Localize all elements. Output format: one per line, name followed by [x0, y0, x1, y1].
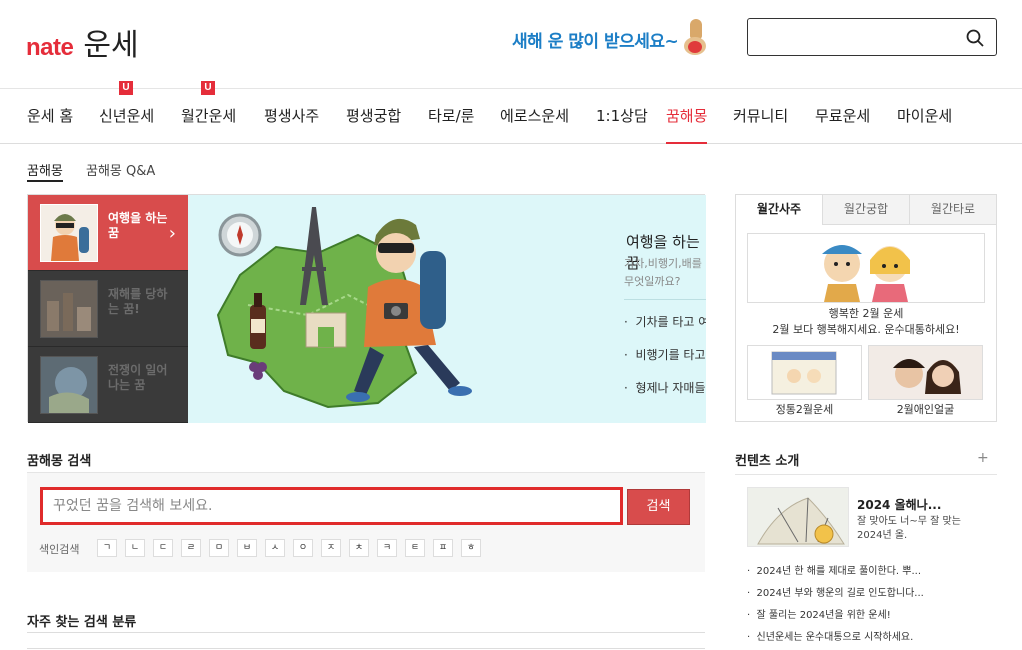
index-button[interactable]: ㄷ: [153, 539, 173, 557]
couple-banner[interactable]: [747, 233, 985, 303]
monthly-fortune-box: 월간사주 월간궁합 월간타로 행복한 2월 운세 2월 보다 행복해지세요. 운…: [735, 194, 997, 422]
divider: [27, 632, 705, 633]
feature-illustration[interactable]: 여행을 하는 꿈 기차,비행기,배를 타고 여행하는 꿈의 의미는 무엇일까요?…: [188, 195, 706, 423]
gnb-item-new-year[interactable]: 신년운세 U: [99, 81, 154, 144]
dream-feature: 여행을 하는 꿈 › 재해를 당하는 꿈! 전쟁이 일어나는 꿈 여행을 하는 …: [27, 194, 706, 423]
index-button[interactable]: ㅋ: [377, 539, 397, 557]
intro-card-title[interactable]: 2024 올해나...: [857, 496, 941, 513]
intro-link[interactable]: · 2024년 한 해를 제대로 풀이한다. 뿌...: [747, 562, 921, 577]
content-intro-title: 컨텐츠 소개: [735, 454, 800, 469]
gnb-item-community[interactable]: 커뮤니티: [733, 89, 788, 144]
feature-description: 기차,비행기,배를 타고 여행하는 꿈의 의미는 무엇일까요?: [624, 257, 706, 288]
header: nate 운세 새해 운 많이 받으세요~: [0, 0, 1022, 88]
update-badge: U: [119, 81, 133, 95]
gnb-item-tarot[interactable]: 타로/룬: [428, 89, 474, 144]
dream-search-input[interactable]: 꾸었던 꿈을 검색해 보세요.: [40, 487, 623, 525]
intro-thumbnail[interactable]: [747, 487, 849, 547]
disaster-thumbnail: [40, 280, 98, 338]
banner-text[interactable]: 새해 운 많이 받으세요~: [512, 27, 679, 52]
index-button[interactable]: ㅂ: [237, 539, 257, 557]
index-button[interactable]: ㄹ: [181, 539, 201, 557]
thumb-item-travel[interactable]: 여행을 하는 꿈 ›: [28, 195, 188, 271]
gnb-item-home[interactable]: 운세 홈: [27, 89, 73, 144]
plus-icon[interactable]: +: [977, 450, 989, 466]
intro-link[interactable]: · 2024년 부와 행운의 길로 인도합니다...: [747, 584, 924, 599]
feature-link[interactable]: · 기차를 타고 여행하는 ...: [624, 313, 706, 330]
gnb-item-eros[interactable]: 에로스운세: [500, 89, 569, 144]
divider: [735, 474, 997, 475]
logo-brand[interactable]: nate: [26, 34, 74, 62]
stamp-icon: [682, 19, 708, 59]
index-button[interactable]: ㅇ: [293, 539, 313, 557]
hero-subcaption[interactable]: 2월 보다 행복해지세요. 운수대통하세요!: [736, 321, 996, 337]
index-button[interactable]: ㅁ: [209, 539, 229, 557]
intro-card-desc: 잘 맞아도 너~무 잘 맞는 2024년 올.: [857, 516, 961, 541]
divider: [27, 648, 705, 649]
index-button[interactable]: ㅎ: [461, 539, 481, 557]
index-button[interactable]: ㄴ: [125, 539, 145, 557]
index-button[interactable]: ㅍ: [433, 539, 453, 557]
intro-link[interactable]: · 잘 풀리는 2024년을 위한 운세!: [747, 606, 891, 621]
tab-monthly-saju[interactable]: 월간사주: [736, 195, 822, 225]
war-thumbnail: [40, 356, 98, 414]
traveler-thumbnail: [40, 204, 98, 262]
calendar-thumbnail[interactable]: [747, 345, 862, 400]
gnb-item-my[interactable]: 마이운세: [897, 89, 952, 144]
divider: [624, 299, 706, 300]
logo-title[interactable]: 운세: [83, 20, 138, 64]
dream-search-panel: 꾸었던 꿈을 검색해 보세요. 검색 색인검색 ㄱ ㄴ ㄷ ㄹ ㅁ ㅂ ㅅ ㅇ …: [27, 472, 705, 572]
gnb-item-free[interactable]: 무료운세: [815, 89, 870, 144]
thumb-label: 여행을 하는 꿈: [108, 211, 168, 240]
lover-face-thumbnail[interactable]: [868, 345, 983, 400]
index-button[interactable]: ㅌ: [405, 539, 425, 557]
thumb-item-disaster[interactable]: 재해를 당하는 꿈!: [28, 271, 188, 347]
hero-caption[interactable]: 행복한 2월 운세: [736, 305, 996, 321]
dream-search-button[interactable]: 검색: [627, 489, 690, 525]
side-tabs: 월간사주 월간궁합 월간타로: [736, 195, 996, 225]
tab-monthly-match[interactable]: 월간궁합: [822, 195, 909, 225]
intro-link[interactable]: · 신년운세는 운수대통으로 시작하세요.: [747, 628, 913, 643]
gnb-item-monthly[interactable]: 월간운세 U: [181, 81, 236, 144]
subtab-dream-qa[interactable]: 꿈해몽 Q&A: [86, 160, 155, 182]
lover-face-caption[interactable]: 2월애인얼굴: [868, 401, 983, 417]
index-button[interactable]: ㅅ: [265, 539, 285, 557]
search-input[interactable]: [747, 18, 997, 56]
calendar-caption[interactable]: 정통2월운세: [747, 401, 862, 417]
thumb-label: 전쟁이 일어나는 꿈: [108, 363, 168, 392]
chevron-right-icon: ›: [168, 223, 176, 244]
thumb-list: 여행을 하는 꿈 › 재해를 당하는 꿈! 전쟁이 일어나는 꿈: [28, 195, 188, 423]
couple-illustration: [822, 245, 910, 302]
frequent-search-title: 자주 찾는 검색 분류: [27, 615, 137, 630]
gnb-item-consult[interactable]: 1:1상담: [596, 89, 648, 144]
update-badge: U: [201, 81, 215, 95]
thumb-item-war[interactable]: 전쟁이 일어나는 꿈: [28, 347, 188, 423]
gnb-item-lifetime-match[interactable]: 평생궁합: [346, 89, 401, 144]
search-icon[interactable]: [966, 29, 984, 47]
main-navigation: 운세 홈 신년운세 U 월간운세 U 평생사주 평생궁합 타로/룬 에로스운세 1:…: [0, 81, 1022, 144]
index-button[interactable]: ㅈ: [321, 539, 341, 557]
logo[interactable]: nate 운세: [26, 20, 139, 64]
index-search-label: 색인검색: [39, 543, 80, 556]
subtab-dream[interactable]: 꿈해몽: [27, 160, 63, 182]
gnb-item-lifetime-saju[interactable]: 평생사주: [264, 89, 319, 144]
feature-link[interactable]: · 형제나 자매들이 모여 ...: [624, 379, 706, 396]
tab-monthly-tarot[interactable]: 월간타로: [909, 195, 996, 225]
index-button[interactable]: ㅊ: [349, 539, 369, 557]
new-year-banner[interactable]: 새해 운 많이 받으세요~: [512, 18, 708, 60]
feature-link[interactable]: · 비행기를 타고 여행하는...: [624, 346, 706, 363]
thumb-label: 재해를 당하는 꿈!: [108, 287, 168, 316]
gnb-item-dream[interactable]: 꿈해몽: [666, 89, 708, 144]
dream-search-title: 꿈해몽 검색: [27, 454, 92, 469]
index-button[interactable]: ㄱ: [97, 539, 117, 557]
